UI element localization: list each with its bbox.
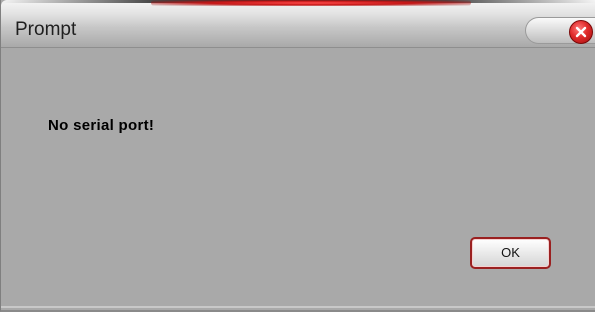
dialog-bottom-edge — [1, 306, 595, 308]
message-text: No serial port! — [48, 117, 155, 134]
window-title: Prompt — [15, 19, 77, 40]
close-x-glyph — [575, 26, 587, 38]
ok-button[interactable]: OK — [470, 237, 551, 269]
close-icon[interactable] — [569, 20, 593, 44]
title-bar-glow — [151, 0, 471, 6]
prompt-dialog: Prompt No serial port! OK — [0, 0, 595, 312]
title-bar[interactable]: Prompt — [1, 0, 595, 48]
